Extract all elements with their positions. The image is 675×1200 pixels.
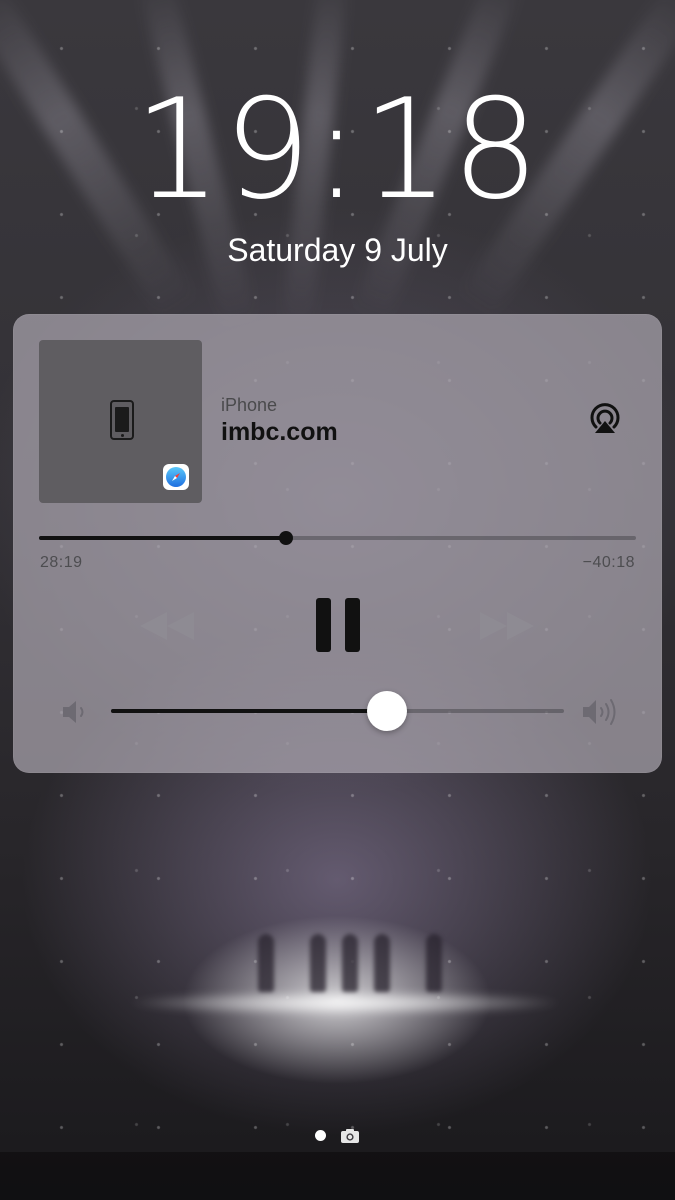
playback-scrubber[interactable]	[39, 531, 636, 545]
safari-icon	[163, 464, 189, 490]
fast-forward-button[interactable]	[477, 606, 537, 646]
now-playing-widget: iPhone imbc.com 28:19 −40:18	[13, 314, 662, 773]
volume-level-fill	[111, 709, 388, 713]
artwork	[39, 340, 202, 503]
remaining-time: −40:18	[582, 554, 635, 571]
rewind-button[interactable]	[137, 606, 197, 646]
rewind-icon	[140, 612, 194, 640]
elapsed-time: 28:19	[40, 554, 83, 571]
pause-button[interactable]	[316, 598, 360, 652]
airplay-icon	[590, 403, 620, 433]
pause-icon	[316, 598, 331, 652]
airplay-button[interactable]	[585, 400, 625, 440]
fast-forward-icon	[480, 612, 534, 640]
playback-source: iPhone	[221, 395, 278, 415]
scrubber-knob[interactable]	[278, 531, 293, 545]
track-title: imbc.com	[221, 418, 338, 446]
volume-low-icon	[60, 697, 92, 727]
camera-icon[interactable]	[340, 1128, 360, 1144]
lock-screen-time: 19:18	[133, 69, 542, 230]
volume-knob[interactable]	[367, 691, 408, 731]
iphone-icon	[110, 400, 134, 440]
lock-screen-date: Saturday 9 July	[227, 232, 448, 268]
page-indicator-dot	[315, 1130, 326, 1141]
scrubber-elapsed-fill	[39, 536, 286, 540]
volume-slider[interactable]	[111, 691, 564, 731]
volume-high-icon	[581, 695, 623, 729]
